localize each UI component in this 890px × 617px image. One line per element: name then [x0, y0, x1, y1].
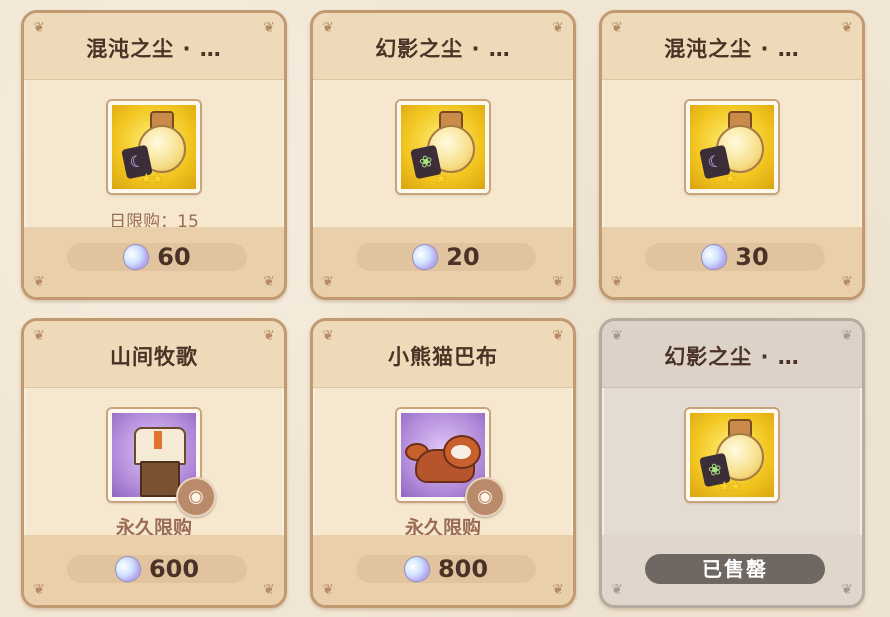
shop-item-card[interactable]: ❦ ❦ 混沌之尘 · … ☾ ★★ 日限购：15 60 ❦ ❦ — [21, 10, 287, 300]
corner-ornament-icon: ❦ — [552, 582, 564, 598]
corner-ornament-icon: ❦ — [322, 274, 334, 290]
price-value: 600 — [148, 555, 200, 583]
shop-item-card-sold-out: ❦ ❦ 幻影之尘 · … ❀ ★★ 已售罄 ❦ ❦ — [599, 318, 865, 608]
price-value: 60 — [157, 243, 191, 271]
rarity-stars: ★★ — [140, 171, 164, 187]
shop-item-card[interactable]: ❦ ❦ 小熊猫巴布 ◉ 永久限购 800 ❦ ❦ — [310, 318, 576, 608]
panda-face-icon — [451, 445, 471, 459]
item-image[interactable]: ☾ ★★ — [108, 101, 200, 193]
crystal-gem-icon — [409, 241, 442, 273]
shop-grid: ❦ ❦ 混沌之尘 · … ☾ ★★ 日限购：15 60 ❦ ❦ ❦ ❦ 幻影之尘… — [0, 0, 890, 617]
crystal-gem-icon — [698, 241, 731, 273]
rarity-stars: ★ — [435, 171, 448, 187]
price-button[interactable]: 20 — [356, 241, 536, 273]
price-strip: 800 — [313, 535, 573, 605]
corner-ornament-icon: ❦ — [33, 274, 45, 290]
corner-ornament-icon: ❦ — [263, 274, 275, 290]
corner-ornament-icon: ❦ — [611, 274, 623, 290]
crystal-gem-icon — [120, 241, 153, 273]
rarity-stars: ★ — [724, 171, 737, 187]
shop-item-card[interactable]: ❦ ❦ 混沌之尘 · … ☾ ★ 30 ❦ ❦ — [599, 10, 865, 300]
price-value: 800 — [437, 555, 489, 583]
item-title: 混沌之尘 · … — [86, 37, 222, 61]
shop-item-card[interactable]: ❦ ❦ 山间牧歌 ◉ 永久限购 600 ❦ ❦ — [21, 318, 287, 608]
tie-icon — [154, 431, 162, 449]
corner-ornament-icon: ❦ — [322, 582, 334, 598]
corner-ornament-icon: ❦ — [552, 274, 564, 290]
price-strip: 60 — [24, 227, 284, 297]
price-strip: 30 — [602, 227, 862, 297]
corner-ornament-icon: ❦ — [841, 274, 853, 290]
item-image: ❀ ★★ — [686, 409, 778, 501]
eye-icon[interactable]: ◉ — [176, 477, 216, 517]
crystal-gem-icon — [401, 553, 433, 585]
corner-ornament-icon: ❦ — [263, 582, 275, 598]
item-title: 幻影之尘 · … — [375, 37, 511, 61]
price-value: 20 — [446, 243, 480, 271]
item-title: 小熊猫巴布 — [388, 345, 498, 369]
crystal-gem-icon — [112, 553, 144, 585]
eye-icon[interactable]: ◉ — [465, 477, 505, 517]
item-image[interactable]: ☾ ★ — [686, 101, 778, 193]
item-title: 幻影之尘 · … — [664, 345, 800, 369]
price-strip: 20 — [313, 227, 573, 297]
item-title: 山间牧歌 — [110, 345, 198, 369]
price-button[interactable]: 600 — [67, 553, 247, 585]
shop-item-card[interactable]: ❦ ❦ 幻影之尘 · … ❀ ★ 20 ❦ ❦ — [310, 10, 576, 300]
price-strip: 600 — [24, 535, 284, 605]
corner-ornament-icon: ❦ — [841, 582, 853, 598]
corner-ornament-icon: ❦ — [33, 582, 45, 598]
price-strip: 已售罄 — [602, 535, 862, 605]
price-button[interactable]: 60 — [67, 241, 247, 273]
corner-ornament-icon: ❦ — [611, 582, 623, 598]
item-image[interactable]: ❀ ★ — [397, 101, 489, 193]
price-value: 30 — [735, 243, 769, 271]
rarity-stars: ★★ — [718, 479, 742, 495]
item-title: 混沌之尘 · … — [664, 37, 800, 61]
price-button[interactable]: 30 — [645, 241, 825, 273]
pants-icon — [140, 461, 180, 497]
price-button[interactable]: 800 — [356, 553, 536, 585]
sold-out-badge: 已售罄 — [645, 554, 825, 584]
